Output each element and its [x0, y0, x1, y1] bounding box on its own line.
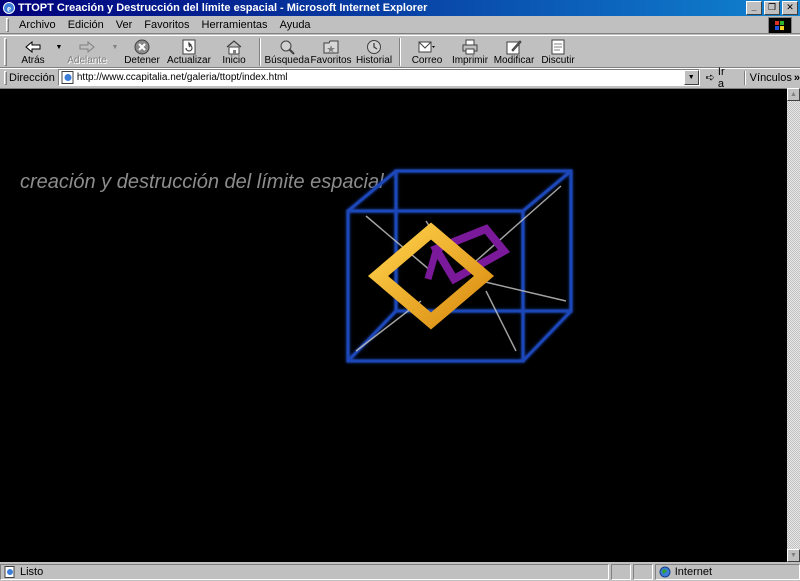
- toolbar-grip[interactable]: [4, 38, 7, 66]
- close-button[interactable]: ✕: [782, 1, 798, 15]
- forward-button[interactable]: Adelante: [63, 36, 111, 67]
- stop-button[interactable]: Detener: [119, 36, 165, 67]
- back-button[interactable]: Atrás: [11, 36, 55, 67]
- zone-text: Internet: [674, 566, 713, 578]
- window-title: TTOPT Creación y Destrucción del límite …: [18, 2, 428, 14]
- status-main-panel: Listo: [0, 564, 609, 580]
- discuss-button[interactable]: Discutir: [537, 36, 579, 67]
- browser-window: e TTOPT Creación y Destrucción del límit…: [0, 0, 800, 581]
- printer-icon: [460, 38, 480, 55]
- favorites-button[interactable]: Favoritos: [309, 36, 353, 67]
- forward-arrow-icon: [77, 38, 97, 55]
- vertical-scrollbar[interactable]: ▲ ▼: [787, 88, 800, 562]
- standard-toolbar: Atrás ▼ Adelante ▼ Detener Actualizar In…: [0, 35, 800, 68]
- home-icon: [224, 38, 244, 55]
- spatial-cube-artwork: [346, 169, 573, 363]
- security-zone-panel: Internet: [654, 564, 800, 580]
- windows-logo-throbber: [768, 17, 792, 34]
- menu-grip[interactable]: [6, 17, 9, 32]
- toolbar-separator: [399, 38, 401, 66]
- status-panel-empty: [632, 564, 653, 580]
- go-arrow-icon: ➪: [705, 72, 715, 84]
- scroll-down-button[interactable]: ▼: [787, 549, 800, 562]
- address-box[interactable]: ▼: [57, 69, 700, 86]
- favorites-folder-icon: [321, 38, 341, 55]
- edit-button[interactable]: Modificar: [491, 36, 537, 67]
- windows-flag-icon: [775, 21, 784, 30]
- menu-edicion[interactable]: Edición: [62, 17, 110, 33]
- address-label: Dirección: [9, 71, 55, 84]
- refresh-icon: [179, 38, 199, 55]
- window-controls: _ ❐ ✕: [746, 1, 798, 15]
- menu-bar: Archivo Edición Ver Favoritos Herramient…: [0, 16, 800, 34]
- address-grip[interactable]: [4, 70, 7, 85]
- edit-page-icon: [504, 38, 524, 55]
- mail-envelope-icon: [417, 38, 437, 55]
- menu-ayuda[interactable]: Ayuda: [274, 17, 317, 33]
- scroll-up-button[interactable]: ▲: [787, 88, 800, 101]
- minimize-button[interactable]: _: [746, 1, 762, 15]
- mail-button[interactable]: Correo: [405, 36, 449, 67]
- address-input[interactable]: [76, 72, 687, 83]
- address-bar: Dirección ▼ ➪ Ir a Vínculos »: [0, 66, 800, 90]
- links-separator: [743, 70, 746, 85]
- page-heading: creación y destrucción del límite espaci…: [20, 171, 384, 193]
- menu-favoritos[interactable]: Favoritos: [138, 17, 195, 33]
- status-text: Listo: [20, 566, 44, 578]
- back-dropdown-arrow[interactable]: ▼: [55, 36, 63, 67]
- address-dropdown-button[interactable]: ▼: [683, 70, 699, 85]
- print-button[interactable]: Imprimir: [449, 36, 491, 67]
- discuss-icon: [548, 38, 568, 55]
- menu-ver[interactable]: Ver: [110, 17, 139, 33]
- history-button[interactable]: Historial: [353, 36, 395, 67]
- back-arrow-icon: [23, 38, 43, 55]
- forward-dropdown-arrow[interactable]: ▼: [111, 36, 119, 67]
- stop-icon: [132, 38, 152, 55]
- links-button[interactable]: Vínculos »: [750, 72, 800, 84]
- refresh-button[interactable]: Actualizar: [165, 36, 213, 67]
- internet-globe-icon: [659, 566, 671, 578]
- ie-logo-icon: e: [3, 2, 15, 14]
- purple-overlap: [424, 250, 440, 280]
- ie-page-icon: [61, 71, 74, 84]
- page-done-icon: [4, 566, 15, 578]
- menu-herramientas[interactable]: Herramientas: [196, 17, 274, 33]
- status-bar: Listo Internet: [0, 563, 800, 581]
- title-bar[interactable]: e TTOPT Creación y Destrucción del límit…: [0, 0, 800, 16]
- go-button[interactable]: ➪ Ir a: [706, 66, 734, 90]
- history-clock-icon: [364, 38, 384, 55]
- search-globe-icon: [277, 38, 297, 55]
- page-content: creación y destrucción del límite espaci…: [0, 88, 787, 562]
- home-button[interactable]: Inicio: [213, 36, 255, 67]
- status-panel-empty: [610, 564, 631, 580]
- menu-archivo[interactable]: Archivo: [13, 17, 62, 33]
- restore-button[interactable]: ❐: [764, 1, 780, 15]
- toolbar-separator: [259, 38, 261, 66]
- search-button[interactable]: Búsqueda: [264, 36, 310, 67]
- chevron-right-icon: »: [793, 71, 800, 84]
- svg-text:e: e: [7, 4, 11, 14]
